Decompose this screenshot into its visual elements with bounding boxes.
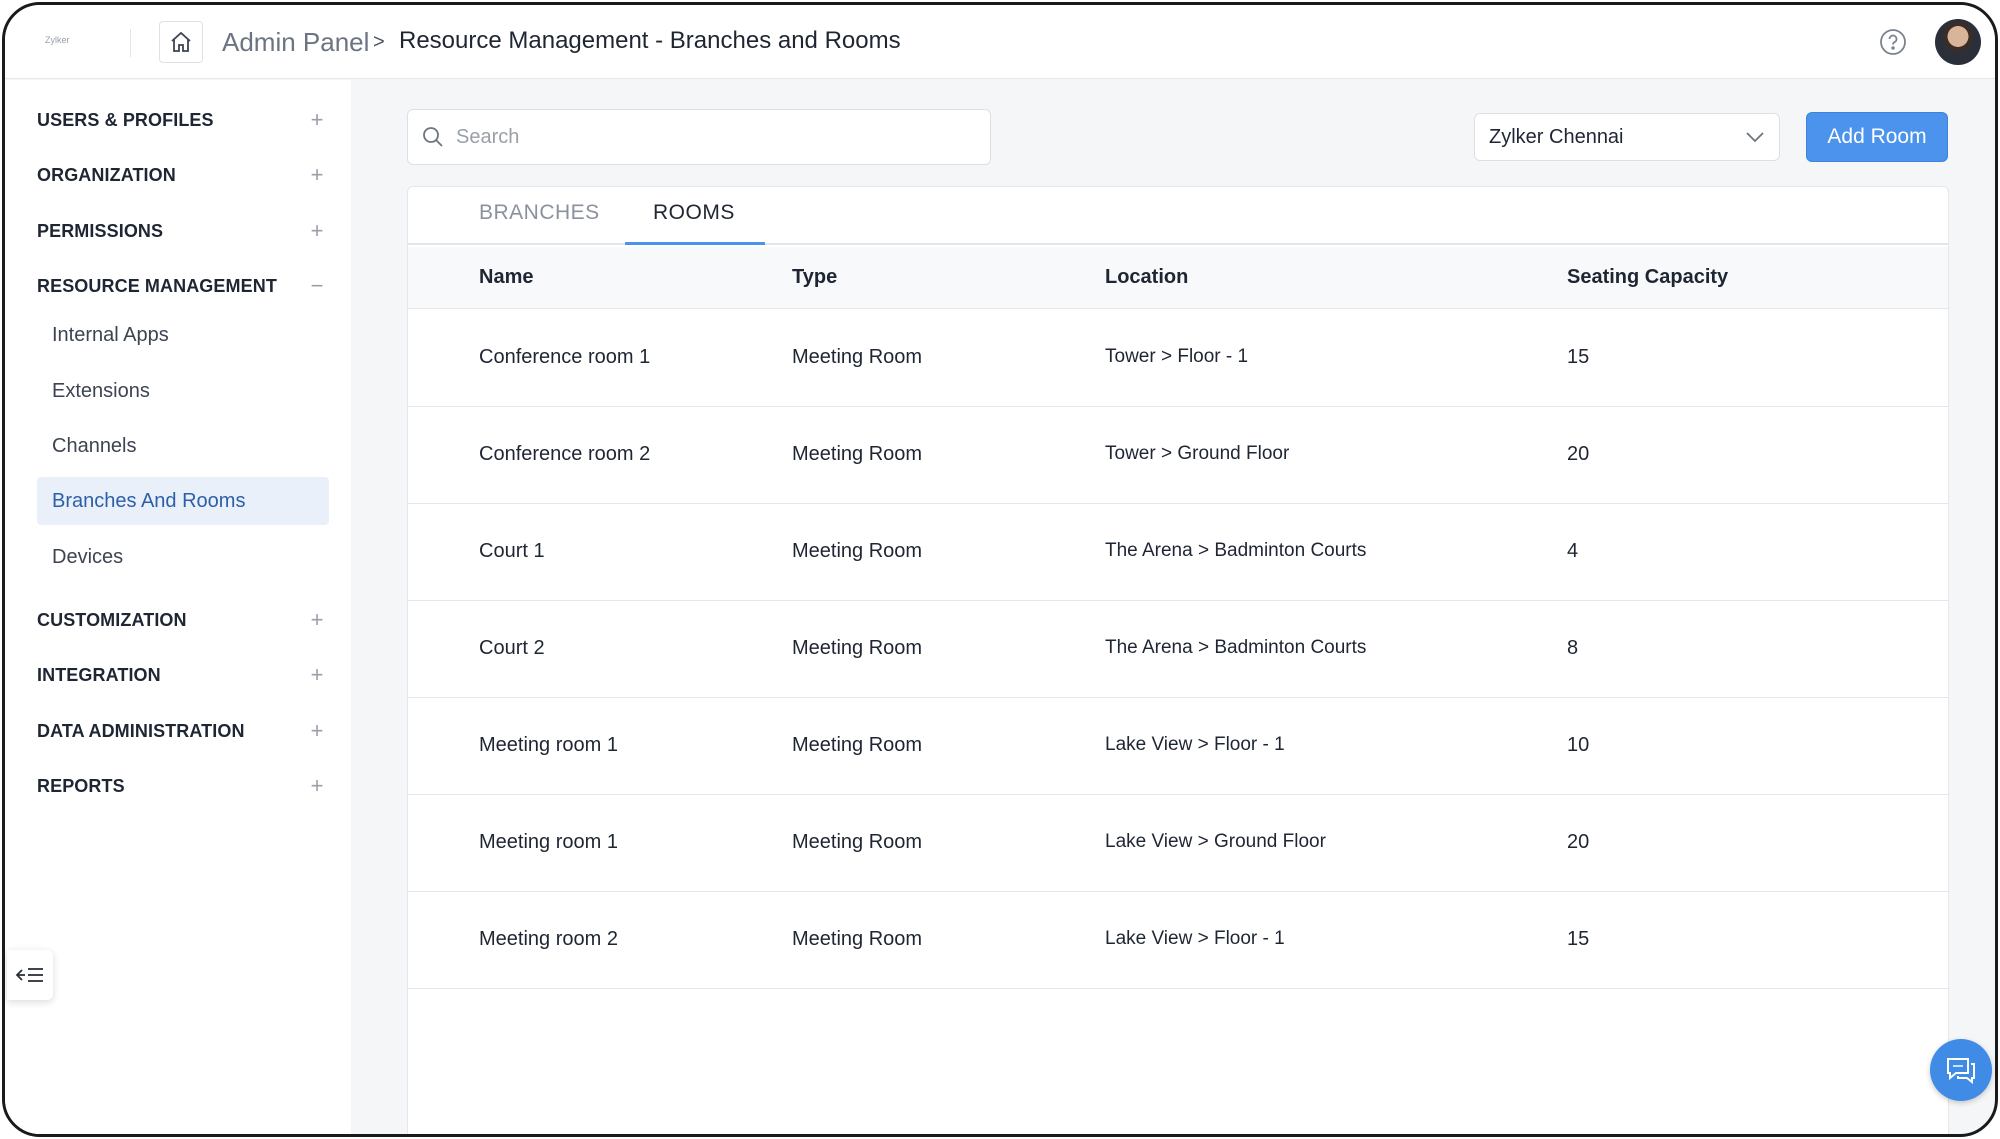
sidebar-group-label: INTEGRATION: [37, 664, 161, 685]
table-row[interactable]: Conference room 2 Meeting Room Tower > G…: [408, 407, 1948, 504]
cell-location: Lake View > Ground Floor: [1105, 831, 1326, 852]
search-input[interactable]: [456, 125, 956, 149]
table-row[interactable]: Meeting room 2 Meeting Room Lake View > …: [408, 892, 1948, 989]
cell-capacity: 8: [1567, 637, 1579, 659]
table-row[interactable]: Conference room 1 Meeting Room Tower > F…: [408, 310, 1948, 407]
cell-location: Tower > Floor - 1: [1105, 346, 1249, 367]
sidebar-group-customization[interactable]: CUSTOMIZATION +: [37, 600, 327, 640]
sidebar-group-label: CUSTOMIZATION: [37, 609, 187, 630]
sidebar-item-devices[interactable]: Devices: [37, 533, 329, 581]
home-button[interactable]: [159, 21, 203, 63]
table-row[interactable]: Court 2 Meeting Room The Arena > Badmint…: [408, 601, 1948, 698]
chat-button[interactable]: [1930, 1039, 1992, 1101]
cell-location: Tower > Ground Floor: [1105, 443, 1290, 464]
cell-name: Meeting room 2: [479, 928, 618, 950]
cell-capacity: 15: [1567, 346, 1590, 368]
branch-selected-value: Zylker Chennai: [1489, 125, 1624, 148]
cell-type: Meeting Room: [792, 637, 923, 659]
collapse-sidebar-icon: [15, 968, 43, 982]
expand-icon[interactable]: +: [307, 162, 327, 188]
cell-capacity: 15: [1567, 928, 1590, 950]
expand-icon[interactable]: +: [307, 218, 327, 244]
table-row[interactable]: Meeting room 1 Meeting Room Lake View > …: [408, 698, 1948, 795]
cell-capacity: 20: [1567, 831, 1590, 853]
collapse-sidebar-button[interactable]: [7, 950, 53, 1000]
sidebar-group-integration[interactable]: INTEGRATION +: [37, 655, 327, 695]
expand-icon[interactable]: +: [307, 607, 327, 633]
header-divider: [130, 29, 131, 57]
sidebar-group-label: RESOURCE MANAGEMENT: [37, 275, 277, 296]
sidebar-item-internal-apps[interactable]: Internal Apps: [37, 311, 329, 359]
tab-bar: BRANCHES ROOMS: [408, 187, 1948, 245]
cell-type: Meeting Room: [792, 540, 923, 562]
tab-branches[interactable]: BRANCHES: [479, 201, 600, 225]
sidebar-item-channels[interactable]: Channels: [37, 422, 329, 470]
cell-name: Conference room 1: [479, 346, 651, 368]
cell-capacity: 4: [1567, 540, 1579, 562]
sidebar-group-label: REPORTS: [37, 775, 125, 796]
cell-location: The Arena > Badminton Courts: [1105, 540, 1367, 561]
sidebar-group-organization[interactable]: ORGANIZATION +: [37, 155, 327, 195]
expand-icon[interactable]: +: [307, 662, 327, 688]
collapse-icon[interactable]: −: [307, 273, 327, 299]
sidebar-group-reports[interactable]: REPORTS +: [37, 766, 327, 806]
branch-dropdown[interactable]: Zylker Chennai: [1474, 113, 1780, 161]
cell-name: Court 2: [479, 637, 545, 659]
breadcrumb-separator: >: [373, 31, 385, 53]
sidebar-item-branches-and-rooms[interactable]: Branches And Rooms: [37, 477, 329, 525]
zylker-logo[interactable]: Zylker: [45, 35, 70, 45]
search-box[interactable]: [407, 109, 991, 165]
cell-name: Conference room 2: [479, 443, 651, 465]
table-header: Name Type Location Seating Capacity: [408, 247, 1948, 309]
cell-capacity: 20: [1567, 443, 1590, 465]
user-avatar[interactable]: [1935, 19, 1981, 65]
sidebar: USERS & PROFILES + ORGANIZATION + PERMIS…: [5, 80, 351, 1134]
column-header-seating-capacity[interactable]: Seating Capacity: [1567, 266, 1728, 289]
cell-type: Meeting Room: [792, 346, 923, 368]
sidebar-group-users-profiles[interactable]: USERS & PROFILES +: [37, 100, 327, 140]
tab-rooms[interactable]: ROOMS: [653, 201, 735, 225]
sidebar-item-extensions[interactable]: Extensions: [37, 367, 329, 415]
cell-location: The Arena > Badminton Courts: [1105, 637, 1367, 658]
page-title: Resource Management - Branches and Rooms: [399, 27, 901, 54]
sidebar-group-data-administration[interactable]: DATA ADMINISTRATION +: [37, 711, 327, 751]
table-row[interactable]: Meeting room 1 Meeting Room Lake View > …: [408, 795, 1948, 892]
column-header-type[interactable]: Type: [792, 266, 837, 289]
cell-capacity: 10: [1567, 734, 1590, 756]
column-header-location[interactable]: Location: [1105, 266, 1188, 289]
active-tab-indicator: [625, 242, 765, 245]
cell-name: Court 1: [479, 540, 545, 562]
home-icon: [171, 31, 191, 52]
breadcrumb-admin-panel[interactable]: Admin Panel: [222, 27, 369, 58]
top-header: Zylker Admin Panel > Resource Management…: [5, 5, 1995, 79]
rooms-panel: BRANCHES ROOMS Name Type Location Seatin…: [407, 186, 1949, 1134]
expand-icon[interactable]: +: [307, 773, 327, 799]
add-room-button[interactable]: Add Room: [1806, 112, 1948, 162]
sidebar-group-label: PERMISSIONS: [37, 220, 164, 241]
sidebar-group-label: USERS & PROFILES: [37, 109, 214, 130]
sidebar-group-label: DATA ADMINISTRATION: [37, 720, 245, 741]
cell-location: Lake View > Floor - 1: [1105, 928, 1285, 949]
help-icon[interactable]: [1879, 28, 1907, 56]
cell-type: Meeting Room: [792, 734, 923, 756]
search-icon: [423, 127, 443, 147]
table-row[interactable]: Court 1 Meeting Room The Arena > Badmint…: [408, 504, 1948, 601]
cell-name: Meeting room 1: [479, 831, 618, 853]
cell-type: Meeting Room: [792, 928, 923, 950]
expand-icon[interactable]: +: [307, 107, 327, 133]
column-header-name[interactable]: Name: [479, 266, 533, 289]
app-window: Zylker Admin Panel > Resource Management…: [2, 2, 1998, 1137]
cell-type: Meeting Room: [792, 831, 923, 853]
sidebar-group-resource-management[interactable]: RESOURCE MANAGEMENT −: [37, 266, 327, 306]
cell-name: Meeting room 1: [479, 734, 618, 756]
cell-type: Meeting Room: [792, 443, 923, 465]
cell-location: Lake View > Floor - 1: [1105, 734, 1285, 755]
chevron-down-icon: [1746, 132, 1764, 143]
expand-icon[interactable]: +: [307, 718, 327, 744]
sidebar-group-permissions[interactable]: PERMISSIONS +: [37, 211, 327, 251]
sidebar-group-label: ORGANIZATION: [37, 164, 176, 185]
chat-icon: [1947, 1058, 1975, 1085]
